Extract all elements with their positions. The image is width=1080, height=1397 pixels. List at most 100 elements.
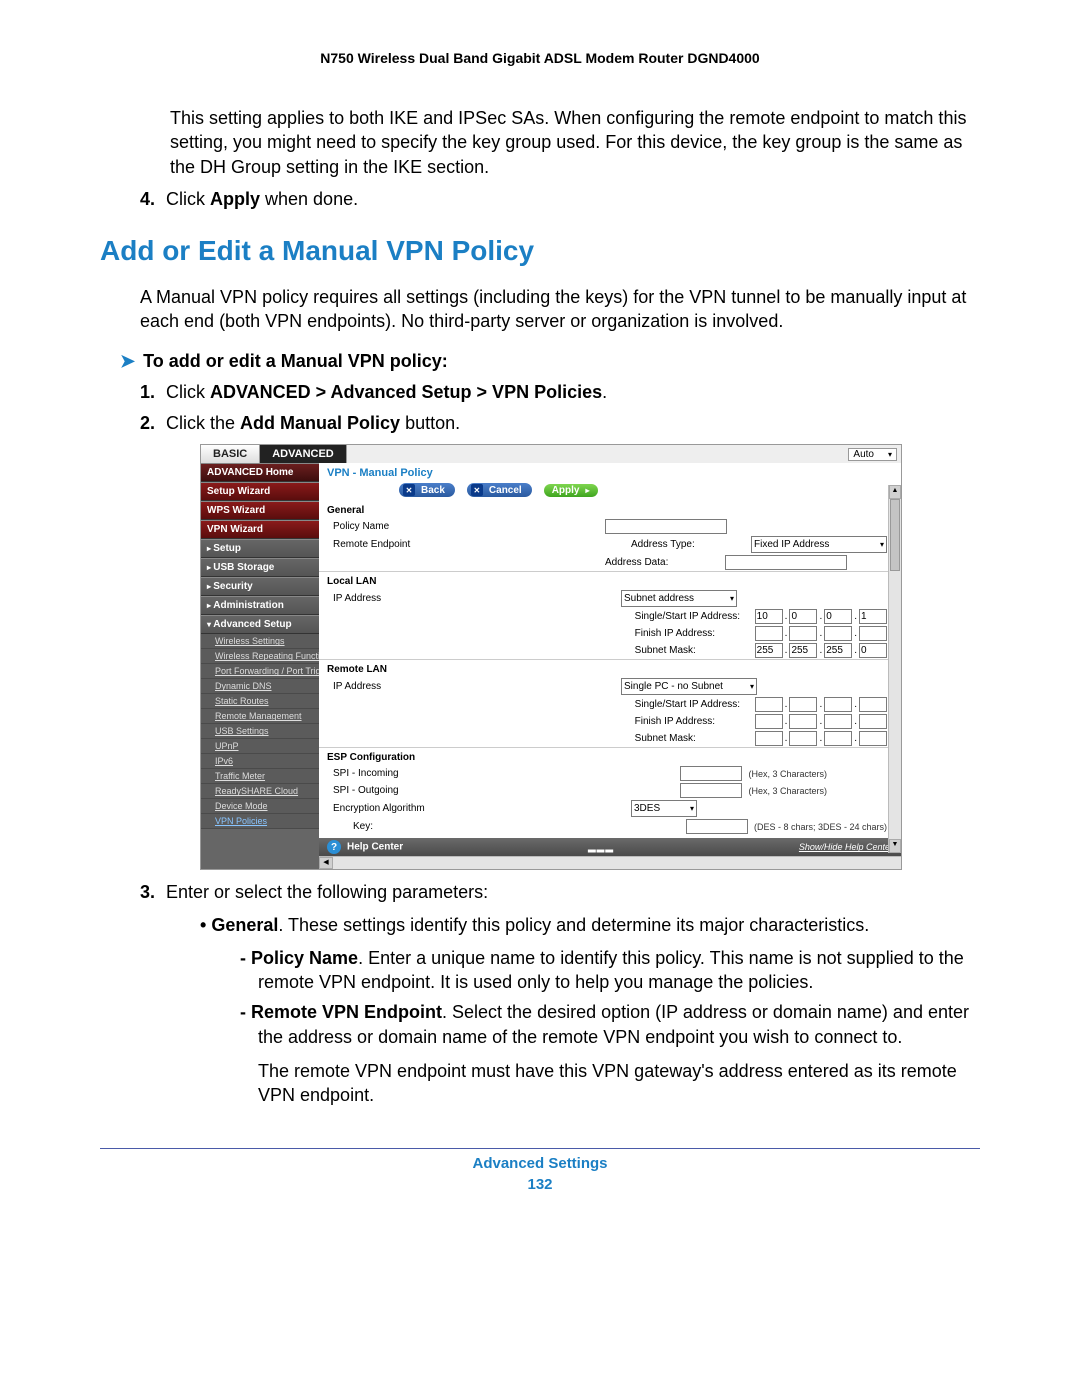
- horizontal-scrollbar[interactable]: ◀: [319, 856, 901, 869]
- input-remote-sm-1[interactable]: [755, 731, 783, 746]
- input-remote-sm-4[interactable]: [859, 731, 887, 746]
- sidebar-wps-wizard[interactable]: WPS Wizard: [201, 501, 319, 520]
- input-local-ip-1[interactable]: 10: [755, 609, 783, 624]
- s2-bold: Add Manual Policy: [240, 413, 400, 433]
- lbl-remote-start-ip: Single/Start IP Address:: [635, 699, 755, 710]
- input-address-data[interactable]: [725, 555, 847, 570]
- button-row: ✕Back ✕Cancel Apply: [319, 483, 901, 501]
- lbl-address-data: Address Data:: [605, 557, 725, 568]
- panel-title: VPN - Manual Policy: [319, 463, 901, 483]
- sidebar-sub-usb[interactable]: USB Settings: [201, 724, 319, 739]
- input-remote-fip-1[interactable]: [755, 714, 783, 729]
- tab-basic[interactable]: BASIC: [201, 445, 260, 463]
- sidebar-advanced-setup[interactable]: Advanced Setup: [201, 615, 319, 634]
- input-policy-name[interactable]: [605, 519, 727, 534]
- lbl-local-subnet-mask: Subnet Mask:: [635, 645, 755, 656]
- step4-bold: Apply: [210, 189, 260, 209]
- apply-button[interactable]: Apply: [544, 484, 598, 497]
- input-remote-ip-2[interactable]: [789, 697, 817, 712]
- select-local-subnet[interactable]: Subnet address: [621, 590, 737, 607]
- sidebar-sub-remote[interactable]: Remote Management: [201, 709, 319, 724]
- sidebar-sub-ipv6[interactable]: IPv6: [201, 754, 319, 769]
- scroll-thumb[interactable]: [890, 499, 900, 571]
- input-local-sm-3[interactable]: 255: [824, 643, 852, 658]
- sidebar-sub-vpn-policies[interactable]: VPN Policies: [201, 814, 319, 829]
- tab-advanced[interactable]: ADVANCED: [260, 445, 347, 463]
- footer-rule: [100, 1148, 980, 1149]
- cancel-button[interactable]: ✕Cancel: [467, 483, 532, 497]
- cancel-label: Cancel: [489, 485, 522, 496]
- lbl-local-start-ip: Single/Start IP Address:: [635, 611, 755, 622]
- sidebar: ADVANCED Home Setup Wizard WPS Wizard VP…: [201, 463, 319, 869]
- showhide-help-link[interactable]: Show/Hide Help Center: [799, 842, 893, 852]
- doc-header: N750 Wireless Dual Band Gigabit ADSL Mod…: [100, 50, 980, 66]
- select-remote-subnet[interactable]: Single PC - no Subnet: [621, 678, 757, 695]
- sidebar-vpn-wizard[interactable]: VPN Wizard: [201, 520, 319, 539]
- scroll-up-icon[interactable]: ▲: [889, 485, 901, 499]
- sidebar-sub-ddns[interactable]: Dynamic DNS: [201, 679, 319, 694]
- sidebar-sub-static[interactable]: Static Routes: [201, 694, 319, 709]
- sidebar-setup-wizard[interactable]: Setup Wizard: [201, 482, 319, 501]
- input-remote-fip-2[interactable]: [789, 714, 817, 729]
- input-key[interactable]: [686, 819, 748, 834]
- vertical-scrollbar[interactable]: ▲ ▼: [888, 485, 901, 853]
- intro-paragraph: This setting applies to both IKE and IPS…: [170, 106, 980, 179]
- lang-select[interactable]: Auto: [848, 448, 897, 461]
- hint-spi-in: (Hex, 3 Characters): [748, 769, 827, 779]
- section-remote-lan: Remote LAN: [319, 659, 901, 677]
- input-local-ip-2[interactable]: 0: [789, 609, 817, 624]
- input-remote-fip-3[interactable]: [824, 714, 852, 729]
- section-para: A Manual VPN policy requires all setting…: [140, 285, 980, 334]
- sidebar-sub-upnp[interactable]: UPnP: [201, 739, 319, 754]
- sidebar-sub-readyshare[interactable]: ReadySHARE Cloud: [201, 784, 319, 799]
- sidebar-security[interactable]: Security: [201, 577, 319, 596]
- input-remote-sm-3[interactable]: [824, 731, 852, 746]
- proc-title-text: To add or edit a Manual VPN policy:: [143, 351, 448, 371]
- s3-text: Enter or select the following parameters…: [166, 882, 488, 902]
- input-local-sm-2[interactable]: 255: [789, 643, 817, 658]
- select-enc-alg[interactable]: 3DES: [631, 800, 697, 817]
- grip-icon[interactable]: ▂▂▂: [588, 842, 614, 853]
- section-heading: Add or Edit a Manual VPN Policy: [100, 235, 980, 267]
- help-bar: ?Help Center ▂▂▂ Show/Hide Help Center: [319, 838, 901, 856]
- input-spi-in[interactable]: [680, 766, 742, 781]
- input-remote-ip-4[interactable]: [859, 697, 887, 712]
- input-local-ip-3[interactable]: 0: [824, 609, 852, 624]
- input-remote-sm-2[interactable]: [789, 731, 817, 746]
- input-local-sm-1[interactable]: 255: [755, 643, 783, 658]
- input-local-sm-4[interactable]: 0: [859, 643, 887, 658]
- input-local-ip-4[interactable]: 1: [859, 609, 887, 624]
- input-local-fip-1[interactable]: [755, 626, 783, 641]
- d1-bold: Policy Name: [251, 948, 358, 968]
- scroll-left-icon[interactable]: ◀: [319, 857, 333, 869]
- tabs-bar: BASIC ADVANCED Auto: [201, 445, 901, 463]
- input-remote-fip-4[interactable]: [859, 714, 887, 729]
- input-remote-ip-3[interactable]: [824, 697, 852, 712]
- input-local-fip-4[interactable]: [859, 626, 887, 641]
- sidebar-administration[interactable]: Administration: [201, 596, 319, 615]
- scroll-down-icon[interactable]: ▼: [889, 839, 901, 853]
- lbl-local-finish-ip: Finish IP Address:: [635, 628, 755, 639]
- sidebar-sub-traffic[interactable]: Traffic Meter: [201, 769, 319, 784]
- sidebar-sub-portfwd[interactable]: Port Forwarding / Port Triggering: [201, 664, 319, 679]
- sidebar-advanced-home[interactable]: ADVANCED Home: [201, 463, 319, 482]
- select-address-type[interactable]: Fixed IP Address: [751, 536, 887, 553]
- back-label: Back: [421, 485, 445, 496]
- sidebar-sub-devmode[interactable]: Device Mode: [201, 799, 319, 814]
- sidebar-setup[interactable]: Setup: [201, 539, 319, 558]
- help-icon[interactable]: ?: [327, 840, 341, 854]
- b1-post: . These settings identify this policy an…: [278, 915, 869, 935]
- select-address-type-value: Fixed IP Address: [754, 539, 829, 550]
- lbl-remote-ip: IP Address: [333, 681, 463, 692]
- input-remote-ip-1[interactable]: [755, 697, 783, 712]
- input-local-fip-2[interactable]: [789, 626, 817, 641]
- input-spi-out[interactable]: [680, 783, 742, 798]
- input-local-fip-3[interactable]: [824, 626, 852, 641]
- sidebar-sub-repeating[interactable]: Wireless Repeating Function: [201, 649, 319, 664]
- back-button[interactable]: ✕Back: [399, 483, 455, 497]
- step-4: 4.Click Apply when done.: [140, 189, 980, 210]
- sidebar-usb-storage[interactable]: USB Storage: [201, 558, 319, 577]
- bullet-general: General. These settings identify this po…: [200, 913, 980, 937]
- lbl-local-ip: IP Address: [333, 593, 463, 604]
- sidebar-sub-wireless[interactable]: Wireless Settings: [201, 634, 319, 649]
